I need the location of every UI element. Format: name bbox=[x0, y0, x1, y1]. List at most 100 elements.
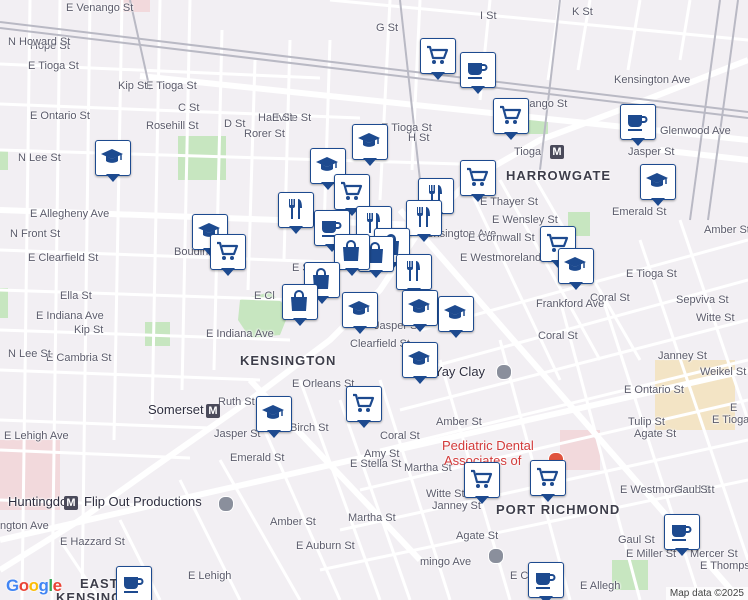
street-label: Amber St bbox=[436, 416, 482, 428]
graduation-cap-icon bbox=[262, 405, 284, 419]
street-label: G St bbox=[376, 22, 399, 34]
school-marker[interactable] bbox=[342, 292, 378, 336]
graduation-cap-icon bbox=[101, 149, 123, 163]
cafe-marker[interactable] bbox=[664, 514, 700, 558]
school-marker[interactable] bbox=[256, 396, 292, 440]
street-label: Amber St bbox=[270, 516, 316, 528]
street-label: N Howard St bbox=[8, 36, 71, 48]
area-label: PORT RICHMOND bbox=[496, 502, 621, 517]
graduation-cap-icon bbox=[444, 305, 466, 319]
street-label: E Hazzard St bbox=[60, 536, 125, 548]
street-label: E Tioga St bbox=[28, 60, 79, 72]
restaurant-marker[interactable] bbox=[278, 192, 314, 236]
street-label: E bbox=[730, 402, 738, 414]
street-label: Jasper St bbox=[214, 428, 261, 440]
graduation-cap-icon bbox=[408, 351, 430, 365]
street-label: Coral St bbox=[590, 292, 630, 304]
graduation-cap-icon bbox=[564, 257, 586, 271]
street-label: E Cornwall St bbox=[468, 232, 535, 244]
shopping-cart-icon bbox=[341, 181, 363, 200]
map-attribution[interactable]: Map data ©2025 bbox=[665, 587, 748, 600]
street-label: Kensington Ave bbox=[614, 74, 691, 86]
poi-pin-icon[interactable] bbox=[488, 548, 504, 564]
grocery-marker[interactable] bbox=[493, 98, 529, 142]
grocery-marker[interactable] bbox=[346, 386, 382, 430]
shopping-cart-icon bbox=[353, 393, 375, 412]
shopping-bag-icon bbox=[291, 290, 307, 311]
street-label: E Cambria St bbox=[46, 352, 112, 364]
metro-station-icon[interactable]: M bbox=[64, 496, 78, 510]
grocery-marker[interactable] bbox=[460, 160, 496, 204]
street-label: Witte St bbox=[426, 488, 465, 500]
metro-station-icon[interactable]: M bbox=[550, 145, 564, 159]
street-label: Emerald St bbox=[230, 452, 285, 464]
restaurant-marker[interactable] bbox=[406, 200, 442, 244]
graduation-cap-icon bbox=[646, 173, 668, 187]
street-label: Clearfield St bbox=[350, 338, 410, 350]
park bbox=[0, 150, 8, 170]
street-label: Rorer St bbox=[244, 128, 285, 140]
poi-label[interactable]: Flip Out Productions bbox=[84, 495, 202, 508]
shopping-cart-icon bbox=[217, 241, 239, 260]
street-label: Gaul St bbox=[618, 534, 655, 546]
graduation-cap-icon bbox=[408, 299, 430, 313]
street-label: E Ontario St bbox=[30, 110, 90, 122]
coffee-cup-icon bbox=[536, 573, 556, 589]
street-label: E Tioga St bbox=[146, 80, 197, 92]
street-label: C St bbox=[178, 102, 200, 114]
poi-pin-icon[interactable] bbox=[496, 364, 512, 380]
school-marker[interactable] bbox=[352, 124, 388, 168]
grocery-marker[interactable] bbox=[420, 38, 456, 82]
street-label: E Allegheny Ave bbox=[30, 208, 110, 220]
street-label: E Auburn St bbox=[296, 540, 355, 552]
cafe-marker[interactable] bbox=[528, 562, 564, 600]
school-marker[interactable] bbox=[438, 296, 474, 340]
metro-station-icon[interactable]: M bbox=[206, 404, 220, 418]
street-label: Janney St bbox=[658, 350, 707, 362]
shopping-cart-icon bbox=[427, 45, 449, 64]
school-marker[interactable] bbox=[402, 290, 438, 334]
street-label: Agate St bbox=[456, 530, 499, 542]
school-marker[interactable] bbox=[640, 164, 676, 208]
grocery-marker[interactable] bbox=[210, 234, 246, 278]
street-label: E Thompson bbox=[700, 560, 748, 572]
street-label: Ella St bbox=[60, 290, 92, 302]
station-label[interactable]: Somerset bbox=[148, 403, 204, 416]
school-marker[interactable] bbox=[402, 342, 438, 386]
fork-knife-icon bbox=[289, 199, 302, 219]
street-label: E Lehigh bbox=[188, 570, 232, 582]
graduation-cap-icon bbox=[348, 301, 370, 315]
poi-label[interactable]: Yay Clay bbox=[434, 365, 485, 378]
street-label: Rosehill St bbox=[146, 120, 199, 132]
school-marker[interactable] bbox=[558, 248, 594, 292]
grocery-marker[interactable] bbox=[464, 462, 500, 506]
street-label: Coral St bbox=[538, 330, 578, 342]
area-label: HARROWGATE bbox=[506, 168, 612, 183]
area-label: KENSINGTON bbox=[240, 353, 337, 368]
street-label: E Lehigh Ave bbox=[4, 430, 69, 442]
street-label: Martha St bbox=[348, 512, 396, 524]
shopping-marker[interactable] bbox=[282, 284, 318, 328]
street-label: D St bbox=[224, 118, 246, 130]
poi-marker[interactable] bbox=[116, 566, 152, 600]
street-label: E Tioga bbox=[712, 414, 748, 426]
shopping-cart-icon bbox=[500, 105, 522, 124]
map-canvas[interactable]: E Tioga St E Venango St E Tioga St E Ont… bbox=[0, 0, 748, 600]
cafe-marker[interactable] bbox=[620, 104, 656, 148]
street-label: Coral St bbox=[380, 430, 420, 442]
street-label: Birch St bbox=[290, 422, 329, 434]
poi-pin-icon[interactable] bbox=[218, 496, 234, 512]
street-label: E Ontario St bbox=[624, 384, 684, 396]
street-label: Kip St bbox=[74, 324, 104, 336]
street-label: E Cl bbox=[254, 290, 275, 302]
street-label: E Indiana Ave bbox=[36, 310, 104, 322]
park bbox=[0, 288, 8, 318]
coffee-cup-icon bbox=[672, 525, 692, 541]
street-label: E Tioga St bbox=[381, 122, 432, 134]
poi-label[interactable]: Pediatric Dental bbox=[442, 439, 534, 452]
school-marker[interactable] bbox=[95, 140, 131, 184]
area-label: EAST bbox=[80, 576, 119, 591]
grocery-marker[interactable] bbox=[530, 460, 566, 504]
cafe-marker[interactable] bbox=[460, 52, 496, 96]
street-label: E Venango St bbox=[66, 2, 134, 14]
